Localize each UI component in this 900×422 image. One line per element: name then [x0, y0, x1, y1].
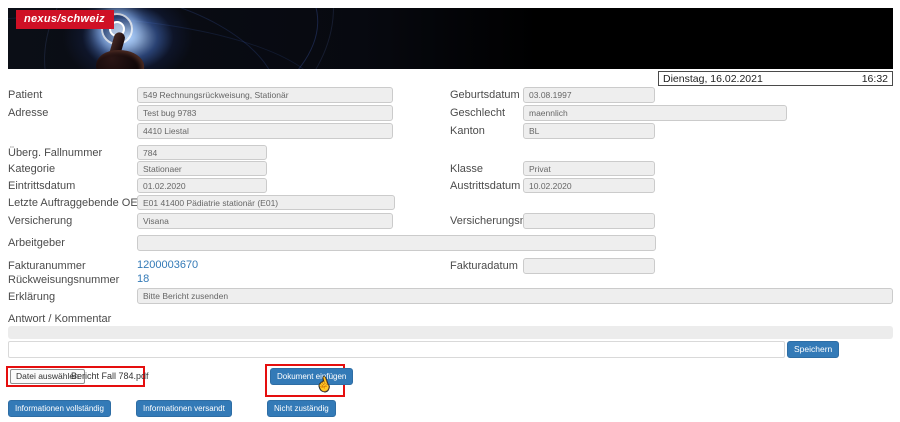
- fakturadatum-label: Fakturadatum: [450, 260, 518, 272]
- fallnummer-field[interactable]: 784: [137, 145, 267, 160]
- current-date: Dienstag, 16.02.2021: [663, 73, 763, 85]
- antwort-kommentar-input[interactable]: [8, 341, 785, 358]
- kanton-field[interactable]: BL: [523, 123, 655, 139]
- rueckweisungsnummer-label: Rückweisungsnummer: [8, 274, 120, 286]
- patient-label: Patient: [8, 89, 43, 101]
- arbeitgeber-label: Arbeitgeber: [8, 237, 65, 249]
- selected-filename: Bericht Fall 784.pdf: [71, 371, 149, 381]
- kanton-label: Kanton: [450, 125, 485, 137]
- geburtsdatum-field[interactable]: 03.08.1997: [523, 87, 655, 103]
- antwort-kommentar-label: Antwort / Kommentar: [8, 313, 112, 325]
- dokument-einfuegen-button[interactable]: Dokument einfügen: [270, 368, 354, 385]
- header-banner: nexus/schweiz: [8, 8, 893, 69]
- antwort-readonly-bar: [8, 326, 893, 339]
- geburtsdatum-label: Geburtsdatum: [450, 89, 520, 101]
- adresse-label: Adresse: [8, 107, 49, 119]
- klasse-label: Klasse: [450, 163, 484, 175]
- nicht-zustaendig-button[interactable]: Nicht zuständig: [267, 400, 336, 417]
- patient-field[interactable]: 549 Rechnungsrückweisung, Stationär: [137, 87, 393, 103]
- versicherungsnr-field[interactable]: [523, 213, 655, 229]
- versicherung-label: Versicherung: [8, 215, 73, 227]
- fakturadatum-field[interactable]: [523, 258, 655, 274]
- informationen-versandt-button[interactable]: Informationen versandt: [136, 400, 232, 417]
- nexus-schweiz-logo: nexus/schweiz: [16, 10, 114, 29]
- eintrittsdatum-field[interactable]: 01.02.2020: [137, 178, 267, 193]
- current-time: 16:32: [861, 73, 888, 85]
- fakturanummer-link[interactable]: 1200003670: [137, 259, 198, 271]
- austrittsdatum-field[interactable]: 10.02.2020: [523, 178, 655, 193]
- austrittsdatum-label: Austrittsdatum: [450, 180, 521, 192]
- page: nexus/schweiz Dienstag, 16.02.2021 16:32…: [0, 0, 900, 422]
- informationen-vollstaendig-button[interactable]: Informationen vollständig: [8, 400, 111, 417]
- fakturanummer-label: Fakturanummer: [8, 260, 86, 272]
- geschlecht-label: Geschlecht: [450, 107, 506, 119]
- speichern-button[interactable]: Speichern: [787, 341, 840, 358]
- adresse-field[interactable]: Test bug 9783: [137, 105, 393, 121]
- erklaerung-field[interactable]: Bitte Bericht zusenden: [137, 288, 893, 304]
- auftraggebende-oe-field[interactable]: E01 41400 Pädiatrie stationär (E01): [137, 195, 395, 210]
- geschlecht-field[interactable]: maennlich: [523, 105, 787, 121]
- datetime-bar: Dienstag, 16.02.2021 16:32: [658, 71, 893, 86]
- arbeitgeber-field[interactable]: [137, 235, 656, 251]
- rueckweisungsnummer-link[interactable]: 18: [137, 273, 149, 285]
- fallnummer-label: Überg. Fallnummer: [8, 147, 103, 159]
- kategorie-label: Kategorie: [8, 163, 56, 175]
- kategorie-field[interactable]: Stationaer: [137, 161, 267, 176]
- klasse-field[interactable]: Privat: [523, 161, 655, 176]
- versicherung-field[interactable]: Visana: [137, 213, 393, 229]
- auftraggebende-oe-label: Letzte Auftraggebende OE: [8, 197, 138, 209]
- eintrittsdatum-label: Eintrittsdatum: [8, 180, 76, 192]
- adresse-ort-field[interactable]: 4410 Liestal: [137, 123, 393, 139]
- erklaerung-label: Erklärung: [8, 291, 56, 303]
